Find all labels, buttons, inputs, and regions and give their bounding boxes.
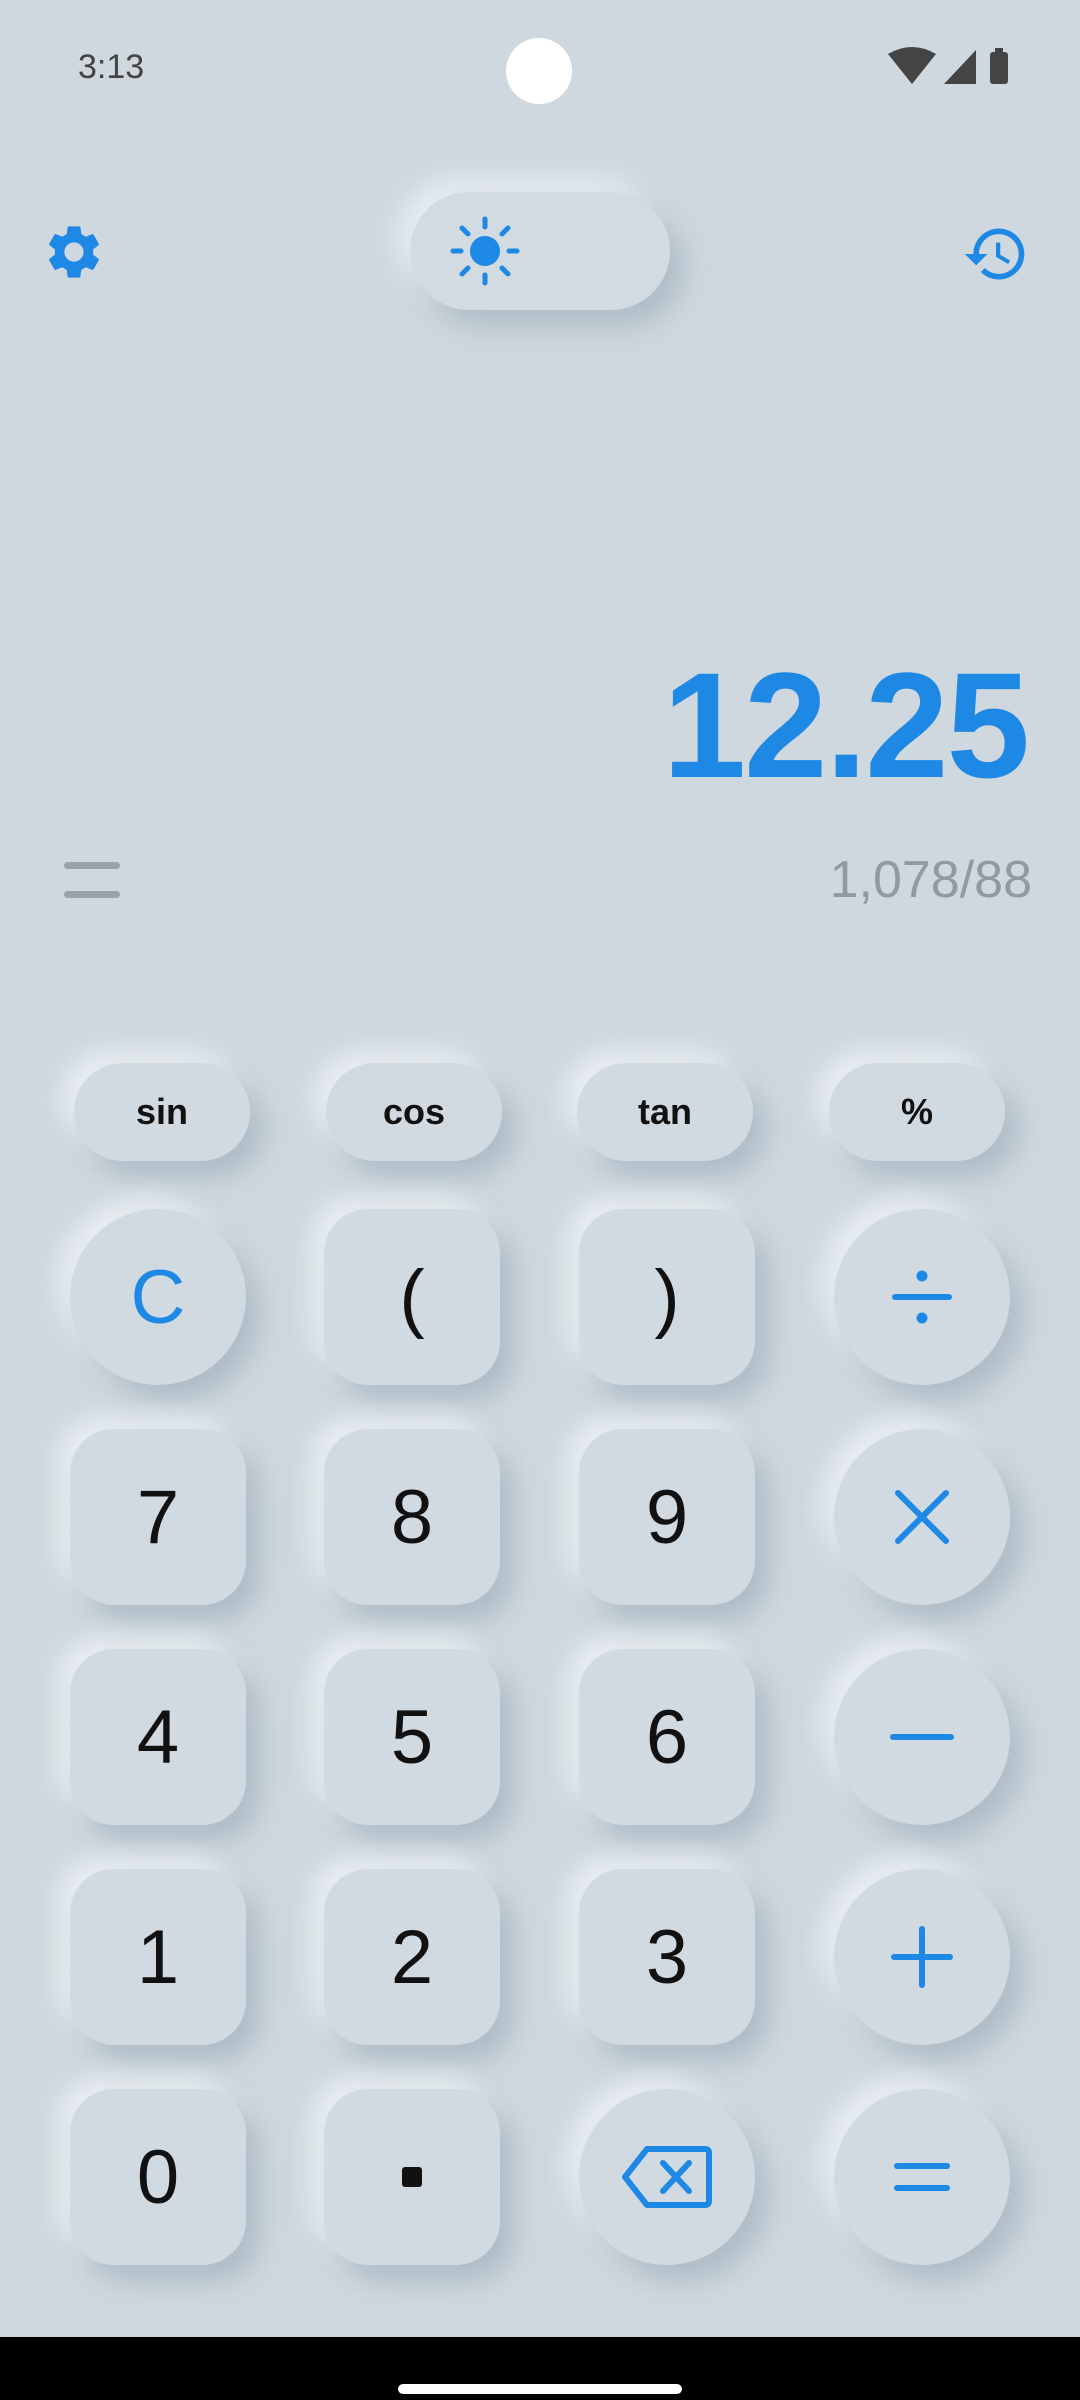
settings-button[interactable] xyxy=(42,220,106,284)
cos-button[interactable]: cos xyxy=(326,1063,502,1161)
multiply-button[interactable] xyxy=(834,1429,1010,1605)
seven-button[interactable]: 7 xyxy=(70,1429,246,1605)
plus-button[interactable] xyxy=(834,1869,1010,2045)
two-button[interactable]: 2 xyxy=(324,1869,500,2045)
status-icons xyxy=(888,47,1008,84)
six-button[interactable]: 6 xyxy=(579,1649,755,1825)
eight-button[interactable]: 8 xyxy=(324,1429,500,1605)
home-gesture-handle[interactable] xyxy=(398,2384,682,2394)
status-time: 3:13 xyxy=(78,48,145,86)
divide-icon xyxy=(892,1270,952,1324)
minus-button[interactable] xyxy=(834,1649,1010,1825)
cellular-icon xyxy=(944,50,976,84)
plus-icon xyxy=(891,1926,953,1988)
result-display: 12.25 xyxy=(662,641,1030,809)
calculator-screen: 3:13 12.25 1,078/88 sin cos tan % C () … xyxy=(0,0,1080,2400)
gear-icon xyxy=(49,226,99,278)
backspace-button[interactable] xyxy=(579,2089,755,2265)
equals-menu-icon[interactable] xyxy=(62,858,122,902)
history-button[interactable] xyxy=(962,220,1030,288)
close-paren-button[interactable]: ) xyxy=(579,1209,755,1385)
tan-button[interactable]: tan xyxy=(577,1063,753,1161)
moon-icon[interactable] xyxy=(570,218,636,284)
decimal-point-icon xyxy=(402,2167,422,2187)
theme-toggle[interactable] xyxy=(410,192,670,310)
five-button[interactable]: 5 xyxy=(324,1649,500,1825)
sin-button[interactable]: sin xyxy=(74,1063,250,1161)
expression-display: 1,078/88 xyxy=(829,851,1032,909)
equals-button[interactable] xyxy=(834,2089,1010,2265)
decimal-button[interactable] xyxy=(324,2089,500,2265)
percent-button[interactable]: % xyxy=(829,1063,1005,1161)
three-button[interactable]: 3 xyxy=(579,1869,755,2045)
four-button[interactable]: 4 xyxy=(70,1649,246,1825)
open-paren-button[interactable]: ( xyxy=(324,1209,500,1385)
history-icon xyxy=(964,228,1025,280)
clear-button[interactable]: C xyxy=(70,1209,246,1385)
minus-icon xyxy=(890,1734,954,1740)
divide-button[interactable] xyxy=(834,1209,1010,1385)
sun-icon[interactable] xyxy=(450,216,520,286)
wifi-icon xyxy=(888,47,936,84)
nine-button[interactable]: 9 xyxy=(579,1429,755,1605)
zero-button[interactable]: 0 xyxy=(70,2089,246,2265)
one-button[interactable]: 1 xyxy=(70,1869,246,2045)
backspace-icon xyxy=(622,2146,712,2208)
multiply-icon xyxy=(895,1490,949,1544)
battery-icon xyxy=(990,48,1008,84)
camera-cutout xyxy=(506,38,572,104)
equals-icon xyxy=(894,2163,950,2191)
